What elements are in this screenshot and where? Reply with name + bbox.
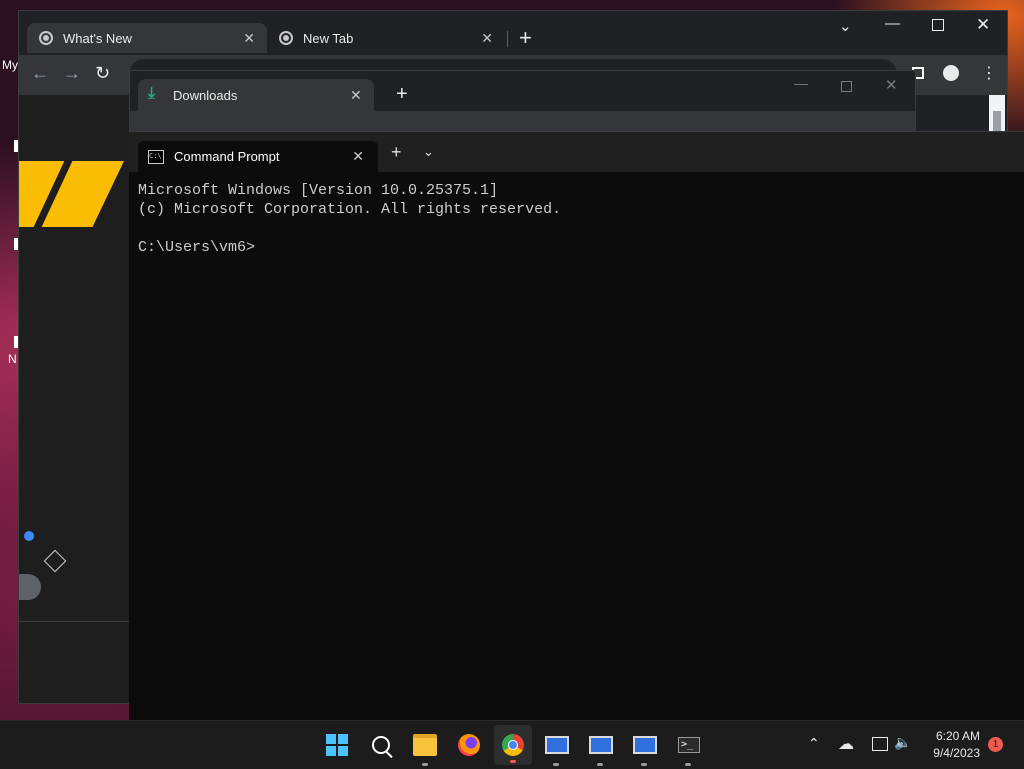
close-tab-icon[interactable]: ✕ [350,87,362,104]
download-icon: ⤓ [148,85,156,102]
cmd-icon: C:\ [148,149,164,164]
close-tab-icon[interactable]: ✕ [481,30,493,47]
running-indicator [685,763,691,766]
notification-badge[interactable]: 1 [988,737,1003,752]
console-prompt: C:\Users\vm6> [138,239,256,256]
onedrive-offline-icon[interactable]: ☁ [838,734,854,754]
desktop-icon-label[interactable]: My [2,58,18,72]
carousel-dot[interactable] [24,531,34,541]
console-output[interactable]: Microsoft Windows [Version 10.0.25375.1]… [138,181,561,257]
minimize-button[interactable]: — [794,75,808,91]
chrome-icon[interactable] [494,725,532,765]
firefox-icon[interactable] [452,729,486,761]
clock-time[interactable]: 6:20 AM [930,729,980,743]
tab-label: What's New [63,30,132,46]
console-line: Microsoft Windows [Version 10.0.25375.1] [138,182,499,199]
running-indicator [641,763,647,766]
close-window-button[interactable]: ✕ [976,15,990,35]
file-explorer-icon[interactable] [408,729,442,761]
remote-desktop-icon[interactable] [584,729,618,761]
remote-desktop-icon[interactable] [540,729,574,761]
close-window-button[interactable]: ✕ [885,76,898,94]
running-indicator [553,763,559,766]
maximize-button[interactable] [841,81,852,92]
tab-label: New Tab [303,30,354,46]
tab-new-tab[interactable]: New Tab ✕ [267,23,505,53]
menu-kebab-icon[interactable]: ⋮ [981,63,997,83]
desktop-icon-label[interactable]: N [8,352,17,366]
close-tab-icon[interactable]: ✕ [352,148,364,165]
close-tab-icon[interactable]: ✕ [243,30,255,47]
chevron-up-icon[interactable]: ⌃ [808,735,820,752]
search-icon[interactable] [364,729,398,761]
command-prompt-window: C:\ Command Prompt ✕ + ⌄ Microsoft Windo… [129,131,1024,722]
tab-search-icon[interactable]: ⌄ [839,17,852,35]
tab-label: Downloads [173,88,238,103]
new-tab-button[interactable]: + [396,83,408,106]
console-line: (c) Microsoft Corporation. All rights re… [138,201,562,218]
cmd-tab-bar: C:\ Command Prompt ✕ + ⌄ [129,132,1024,172]
tab-divider [507,31,508,47]
chrome-favicon-icon [39,31,53,45]
maximize-button[interactable] [932,19,944,31]
tab-whats-new[interactable]: What's New ✕ [27,23,267,53]
profile-avatar[interactable] [943,65,959,81]
terminal-icon[interactable]: >_ [672,729,706,761]
volume-icon[interactable]: 🔈 [894,734,911,751]
tab-label: Command Prompt [174,149,280,164]
new-tab-button[interactable]: + [519,25,532,51]
tab-command-prompt[interactable]: C:\ Command Prompt ✕ [138,141,378,172]
reload-button[interactable]: ↻ [95,63,110,84]
clock-date[interactable]: 9/4/2023 [924,746,980,760]
start-icon[interactable] [320,729,354,761]
chrome-favicon-icon [279,31,293,45]
running-indicator [422,763,428,766]
new-tab-button[interactable]: + [391,142,402,163]
scrollbar-thumb[interactable] [993,111,1001,131]
forward-button[interactable]: → [63,63,81,84]
network-icon[interactable] [872,737,888,751]
back-button[interactable]: ← [31,63,49,84]
divider [19,621,130,622]
tab-dropdown-icon[interactable]: ⌄ [423,144,434,160]
remote-desktop-icon[interactable] [628,729,662,761]
minimize-button[interactable]: — [885,15,900,32]
taskbar: >_ ⌃ ☁ 🔈 6:20 AM 9/4/2023 1 [0,720,1024,769]
running-indicator [597,763,603,766]
